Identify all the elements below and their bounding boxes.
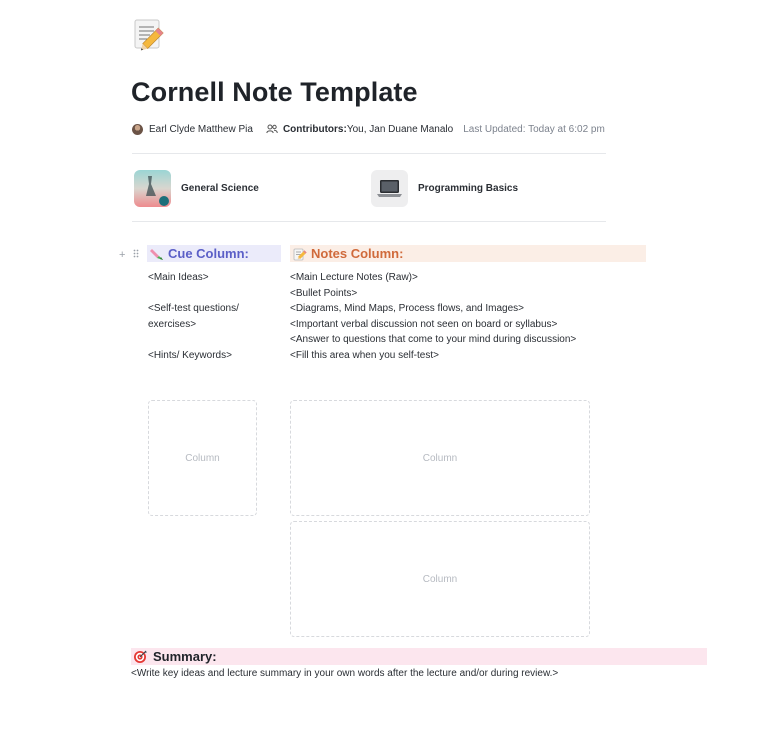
doc-label: General Science bbox=[181, 182, 259, 194]
last-updated: Last Updated: Today at 6:02 pm bbox=[463, 123, 605, 135]
page-emoji-icon[interactable] bbox=[132, 16, 168, 52]
cue-line: <Main Ideas> bbox=[148, 272, 209, 283]
summary-heading-text: Summary: bbox=[153, 649, 217, 664]
placeholder-text: Column bbox=[422, 452, 458, 464]
notes-column-placeholder[interactable]: Column bbox=[290, 521, 590, 637]
summary-text[interactable]: <Write key ideas and lecture summary in … bbox=[131, 668, 558, 679]
author-name[interactable]: Earl Clyde Matthew Pia bbox=[149, 124, 253, 135]
science-thumbnail bbox=[134, 169, 171, 207]
notes-line: <Diagrams, Mind Maps, Process flows, and… bbox=[290, 303, 524, 315]
notes-line: <Answer to questions that come to your m… bbox=[290, 334, 577, 346]
row-handle[interactable]: + bbox=[119, 249, 139, 261]
drag-handle-icon[interactable] bbox=[133, 249, 139, 261]
cue-column-heading[interactable]: Cue Column: bbox=[147, 245, 281, 262]
notes-heading-text: Notes Column: bbox=[311, 246, 404, 261]
summary-heading[interactable]: Summary: bbox=[131, 648, 707, 665]
notes-line: <Important verbal discussion not seen on… bbox=[290, 318, 558, 330]
contributors-icon bbox=[266, 124, 278, 134]
cue-heading-text: Cue Column: bbox=[168, 246, 249, 261]
memo-icon bbox=[293, 247, 307, 261]
add-block-icon[interactable]: + bbox=[119, 249, 125, 261]
notes-line: <Bullet Points> bbox=[290, 287, 358, 299]
avatar[interactable] bbox=[132, 123, 143, 135]
placeholder-text: Column bbox=[185, 452, 220, 464]
cue-line bbox=[148, 286, 273, 302]
divider bbox=[132, 221, 606, 222]
target-icon bbox=[133, 650, 147, 664]
cue-line: <Self-test questions/ exercises> bbox=[148, 303, 239, 330]
laptop-icon bbox=[371, 169, 408, 207]
notes-column-heading[interactable]: Notes Column: bbox=[290, 245, 646, 262]
placeholder-text: Column bbox=[422, 573, 458, 585]
divider bbox=[132, 153, 606, 154]
cue-line: <Hints/ Keywords> bbox=[148, 349, 232, 361]
linked-doc-programming-basics[interactable]: Programming Basics bbox=[371, 169, 518, 207]
notes-column-text[interactable]: <Main Lecture Notes (Raw)> <Bullet Point… bbox=[290, 270, 590, 364]
cue-column-text[interactable]: <Main Ideas> <Self-test questions/ exerc… bbox=[148, 270, 273, 364]
doc-label: Programming Basics bbox=[418, 182, 519, 194]
cue-column-placeholder[interactable]: Column bbox=[148, 400, 257, 516]
pencil-leaf-icon bbox=[150, 247, 164, 261]
notes-line: <Main Lecture Notes (Raw)> bbox=[290, 272, 418, 283]
contributors-label: Contributors: bbox=[282, 123, 347, 135]
notes-column-placeholder[interactable]: Column bbox=[290, 400, 590, 516]
linked-doc-general-science[interactable]: General Science bbox=[134, 169, 259, 207]
page-meta: Earl Clyde Matthew Pia Contributors: You… bbox=[132, 122, 605, 136]
notes-line: <Fill this area when you self-test> bbox=[290, 349, 439, 361]
page-title[interactable]: Cornell Note Template bbox=[131, 77, 418, 108]
cue-line bbox=[148, 332, 273, 348]
contributors-value[interactable]: You, Jan Duane Manalo bbox=[347, 124, 453, 135]
